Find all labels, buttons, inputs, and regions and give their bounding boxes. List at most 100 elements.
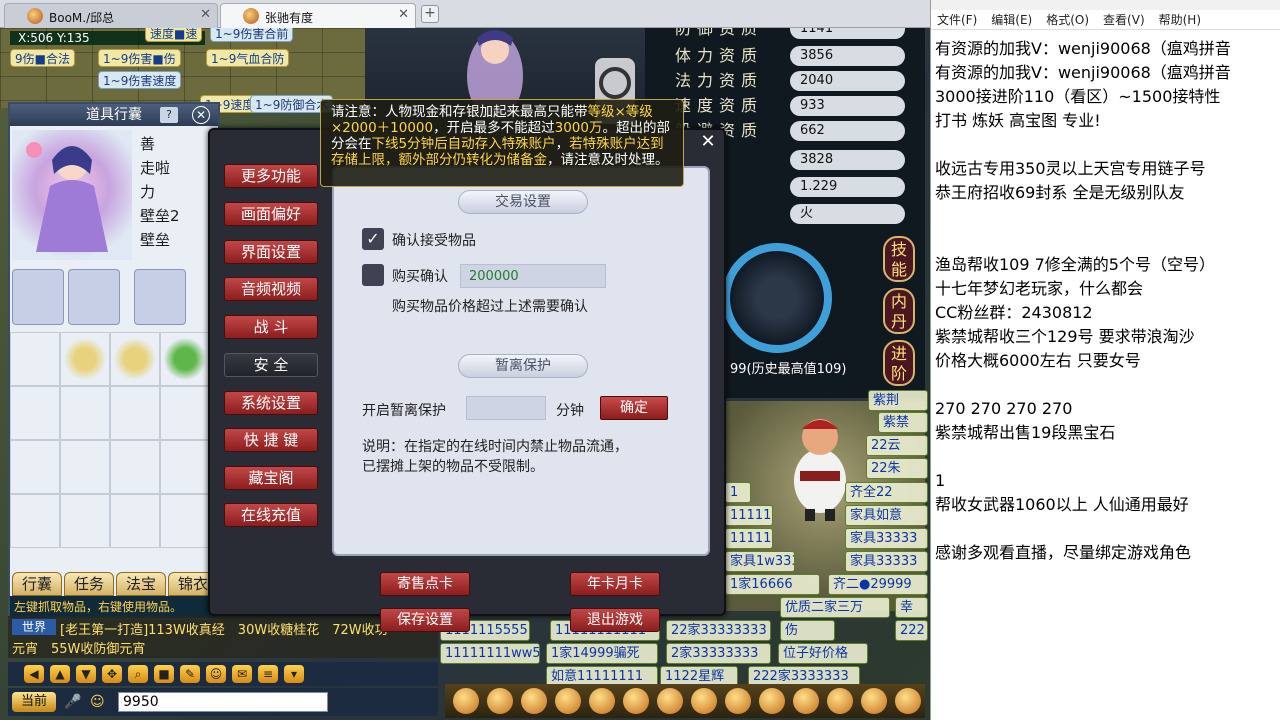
channel-current-button[interactable]: 当前 bbox=[12, 692, 56, 712]
system-settings-dialog[interactable]: ✕ 更多功能 画面偏好 界面设置 音频视频 战 斗 安 全 系统设置 快 捷 键… bbox=[208, 128, 726, 632]
chat-message[interactable]: [老王第一打造]113W收真经 30W收糖桂花 72W收功 bbox=[60, 619, 388, 638]
chat-message[interactable]: 元宵 55W收防御元宵 bbox=[12, 638, 145, 657]
emoji-icon[interactable]: ☺ bbox=[90, 694, 105, 710]
move-icon[interactable]: ✥ bbox=[102, 665, 122, 683]
name-tag[interactable]: 1家14999骗死 bbox=[546, 643, 658, 664]
menu-help[interactable]: 帮助(H) bbox=[1159, 11, 1201, 28]
menu-icon[interactable] bbox=[759, 688, 785, 714]
channel-label[interactable]: 世界 bbox=[12, 619, 56, 635]
tab-bag[interactable]: 行囊 bbox=[12, 572, 62, 596]
inventory-cell[interactable] bbox=[160, 440, 210, 494]
menu-view[interactable]: 查看(V) bbox=[1103, 11, 1145, 28]
notepad-window[interactable]: 文件(F) 编辑(E) 格式(O) 查看(V) 帮助(H) 有资源的加我V：we… bbox=[930, 0, 1280, 720]
tab-tasks[interactable]: 任务 bbox=[64, 572, 114, 596]
notepad-text-area[interactable]: 有资源的加我V：wenji90068（瘟鸡拼音 有资源的加我V：wenji9006… bbox=[931, 30, 1280, 565]
inventory-cell[interactable] bbox=[160, 494, 210, 548]
save-settings-button[interactable]: 保存设置 bbox=[380, 608, 470, 632]
name-tag[interactable]: 优质二家三万 bbox=[780, 597, 890, 618]
menu-edit[interactable]: 编辑(E) bbox=[991, 11, 1032, 28]
name-tag[interactable]: 紫荆 bbox=[868, 390, 928, 411]
microphone-icon[interactable]: 🎤 bbox=[64, 694, 81, 710]
inventory-cell[interactable] bbox=[10, 386, 60, 440]
away-minutes-input[interactable] bbox=[466, 396, 546, 420]
name-tag[interactable]: 齐二●29999 bbox=[828, 574, 928, 595]
name-tag[interactable]: 紫禁 bbox=[878, 412, 928, 433]
name-tag[interactable]: 幸 bbox=[895, 597, 928, 618]
inventory-cell[interactable] bbox=[60, 440, 110, 494]
menu-icon[interactable] bbox=[657, 688, 683, 714]
menu-format[interactable]: 格式(O) bbox=[1046, 11, 1089, 28]
name-tag[interactable]: 家具33333 bbox=[845, 528, 928, 549]
close-icon[interactable]: ✕ bbox=[698, 132, 718, 152]
name-tag[interactable]: 家具如意 bbox=[845, 505, 928, 526]
inventory-cell[interactable] bbox=[60, 332, 110, 386]
tab-close-icon[interactable]: ✕ bbox=[200, 7, 211, 22]
confirm-receive-checkbox[interactable]: ✓ bbox=[362, 228, 384, 250]
name-tag[interactable]: 齐全22 bbox=[845, 482, 928, 503]
npc-character-icon[interactable] bbox=[785, 411, 855, 521]
menu-icon[interactable] bbox=[725, 688, 751, 714]
lock-icon[interactable]: ■ bbox=[154, 665, 174, 683]
menu-combat[interactable]: 战 斗 bbox=[224, 315, 318, 339]
menu-treasure-pavilion[interactable]: 藏宝阁 bbox=[224, 466, 318, 490]
chat-chip[interactable]: 1~9伤害■伤 bbox=[98, 49, 181, 67]
buy-amount-input[interactable] bbox=[460, 264, 606, 288]
name-tag[interactable]: 家具33333 bbox=[845, 551, 928, 572]
name-tag[interactable]: 伤 bbox=[780, 620, 835, 641]
tab-boom[interactable]: BooM./邱总 ✕ bbox=[4, 3, 218, 28]
tab-treasure[interactable]: 法宝 bbox=[116, 572, 166, 596]
name-tag[interactable]: 家具1w333 bbox=[725, 551, 795, 572]
clear-icon[interactable]: ✎ bbox=[180, 665, 200, 683]
skills-button[interactable]: 技能 bbox=[883, 236, 915, 282]
equip-slot-necklace[interactable] bbox=[134, 269, 186, 325]
list-icon[interactable]: ≡ bbox=[258, 665, 278, 683]
chat-chip[interactable]: 1~9伤害合前 bbox=[210, 28, 294, 42]
menu-icon[interactable] bbox=[589, 688, 615, 714]
inventory-cell[interactable] bbox=[110, 440, 160, 494]
exit-game-button[interactable]: 退出游戏 bbox=[570, 608, 660, 632]
inventory-titlebar[interactable]: 道具行囊 ? ✕ bbox=[10, 104, 218, 126]
inventory-cell[interactable] bbox=[110, 332, 160, 386]
arrow-down-icon[interactable]: ▼ bbox=[76, 665, 96, 683]
menu-audio-video[interactable]: 音频视频 bbox=[224, 277, 318, 301]
inventory-window[interactable]: 道具行囊 ? ✕ 善 走啦 力 壁垒2 壁垒 行囊 任务 法宝 锦衣 左键抓取物… bbox=[8, 102, 220, 620]
menu-icon[interactable] bbox=[827, 688, 853, 714]
tab-close-icon[interactable]: ✕ bbox=[398, 7, 409, 22]
menu-icon[interactable] bbox=[895, 688, 921, 714]
inventory-cell[interactable] bbox=[10, 440, 60, 494]
name-tag[interactable]: 22朱 bbox=[866, 458, 928, 479]
emoji-icon[interactable]: ☺ bbox=[206, 665, 226, 683]
name-tag[interactable]: 22云 bbox=[866, 435, 928, 456]
tab-zhangchi[interactable]: 张驰有度 ✕ bbox=[220, 3, 416, 28]
inventory-cell[interactable] bbox=[160, 332, 210, 386]
advance-button[interactable]: 进阶 bbox=[883, 340, 915, 386]
name-tag[interactable]: 222 bbox=[895, 620, 928, 641]
notepad-titlebar[interactable] bbox=[931, 0, 1280, 10]
inventory-cell[interactable] bbox=[10, 332, 60, 386]
menu-display-prefs[interactable]: 画面偏好 bbox=[224, 202, 318, 226]
confirm-button[interactable]: 确定 bbox=[600, 396, 668, 420]
dropdown-icon[interactable]: ▾ bbox=[284, 665, 304, 683]
name-tag[interactable]: 11111111ww5 bbox=[440, 643, 540, 664]
buy-confirm-checkbox[interactable] bbox=[362, 264, 384, 286]
help-button[interactable]: ? bbox=[160, 107, 178, 123]
menu-interface[interactable]: 界面设置 bbox=[224, 240, 318, 264]
consign-card-button[interactable]: 寄售点卡 bbox=[380, 572, 470, 596]
inventory-cell[interactable] bbox=[60, 386, 110, 440]
menu-icon[interactable] bbox=[487, 688, 513, 714]
menu-shortcuts[interactable]: 快 捷 键 bbox=[224, 428, 318, 452]
menu-more-features[interactable]: 更多功能 bbox=[224, 164, 318, 188]
menu-icon[interactable] bbox=[861, 688, 887, 714]
menu-icon[interactable] bbox=[623, 688, 649, 714]
chat-chip[interactable]: 1~9气血合防 bbox=[206, 49, 290, 67]
new-tab-button[interactable]: + bbox=[421, 5, 439, 23]
name-tag[interactable]: 位子好价格 bbox=[778, 643, 868, 664]
name-tag[interactable]: 2家33333333 bbox=[666, 643, 771, 664]
menu-icon[interactable] bbox=[691, 688, 717, 714]
menu-icon[interactable] bbox=[555, 688, 581, 714]
zoom-icon[interactable]: ⌕ bbox=[128, 665, 148, 683]
equip-slot-armor[interactable] bbox=[68, 269, 120, 325]
arrow-left-icon[interactable]: ◀ bbox=[24, 665, 44, 683]
menu-icon[interactable] bbox=[521, 688, 547, 714]
chat-chip[interactable]: 1~9伤害速度 bbox=[98, 71, 182, 89]
